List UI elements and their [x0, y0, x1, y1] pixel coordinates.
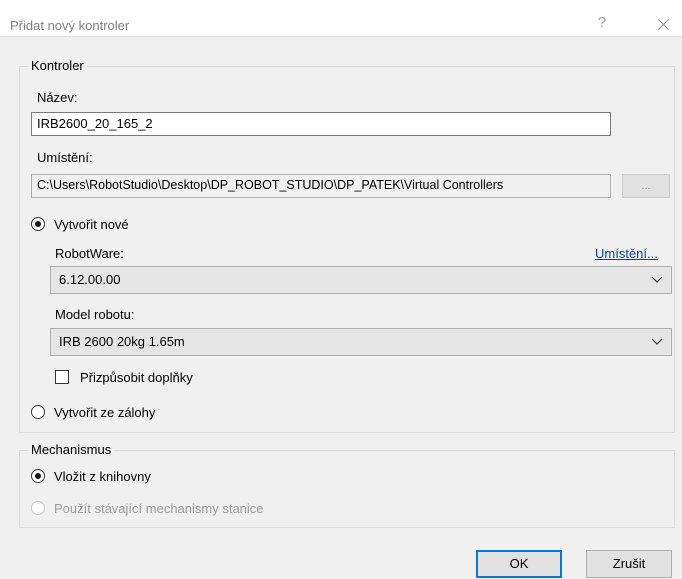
create-from-backup-radio[interactable] [31, 405, 45, 419]
dialog-footer: OK Zrušit [0, 538, 682, 579]
controller-group-legend: Kontroler [28, 58, 87, 73]
robotware-label: RobotWare: [55, 246, 124, 261]
insert-from-library-radio[interactable] [31, 469, 45, 483]
insert-from-library-label: Vložit z knihovny [54, 469, 151, 484]
location-link[interactable]: Umístění... [595, 246, 658, 261]
name-input[interactable]: IRB2600_20_165_2 [31, 112, 611, 136]
customize-options-checkbox[interactable] [55, 370, 69, 384]
mechanism-group [19, 450, 675, 528]
close-icon [657, 18, 670, 31]
ok-button[interactable]: OK [476, 550, 562, 578]
browse-button[interactable]: ... [622, 174, 670, 198]
window-title: Přidat nový kontroler [10, 18, 130, 33]
use-existing-mechanisms-radio[interactable] [31, 501, 45, 515]
robot-model-value: IRB 2600 20kg 1.65m [59, 334, 185, 349]
close-button[interactable] [650, 14, 676, 36]
create-from-backup-label: Vytvořit ze zálohy [54, 405, 156, 420]
robot-model-label: Model robotu: [55, 307, 135, 322]
mechanism-group-legend: Mechanismus [28, 442, 115, 457]
create-new-radio[interactable] [31, 217, 45, 231]
title-bar: Přidat nový kontroler ? [0, 0, 682, 37]
cancel-button[interactable]: Zrušit [586, 550, 672, 578]
location-label: Umístění: [37, 150, 93, 165]
help-button[interactable]: ? [590, 14, 614, 36]
location-input[interactable]: C:\Users\RobotStudio\Desktop\DP_ROBOT_ST… [31, 174, 611, 198]
chevron-down-icon [651, 276, 663, 283]
name-label: Název: [37, 90, 78, 105]
use-existing-mechanisms-label: Použít stávající mechanismy stanice [54, 501, 264, 516]
robotware-select[interactable]: 6.12.00.00 [50, 266, 672, 294]
robot-model-select[interactable]: IRB 2600 20kg 1.65m [50, 328, 672, 356]
robotware-value: 6.12.00.00 [59, 272, 121, 287]
create-new-label: Vytvořit nové [54, 217, 129, 232]
customize-options-label: Přizpůsobit doplňky [80, 370, 193, 385]
chevron-down-icon [651, 338, 663, 345]
